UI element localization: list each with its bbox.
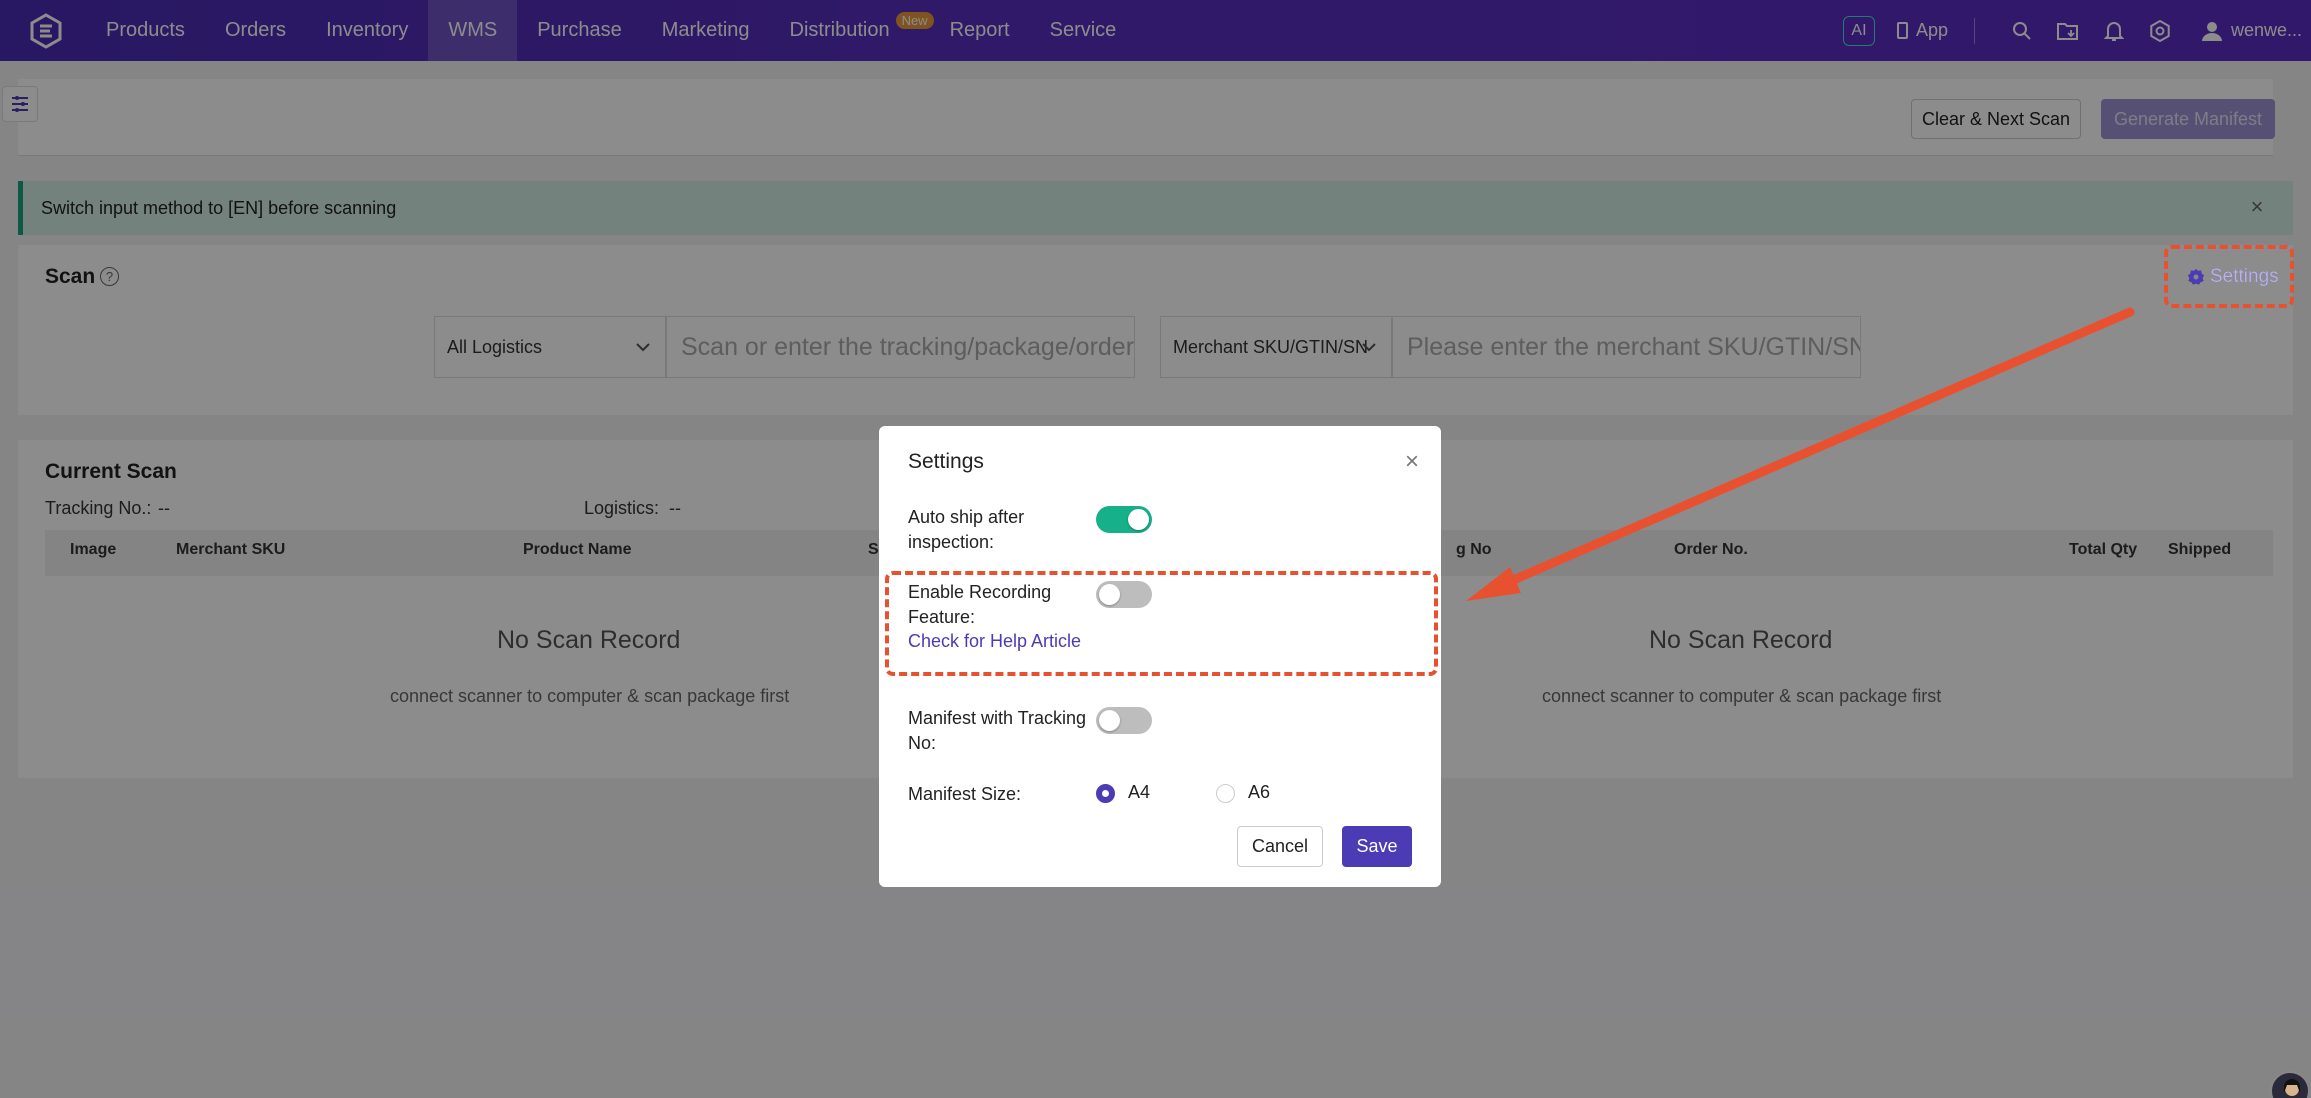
- settings-label: Settings: [2210, 266, 2279, 287]
- gear-icon: [2188, 269, 2204, 285]
- settings-link-dimmed: Settings: [2188, 266, 2279, 288]
- annotation-arrow: [1466, 307, 2135, 601]
